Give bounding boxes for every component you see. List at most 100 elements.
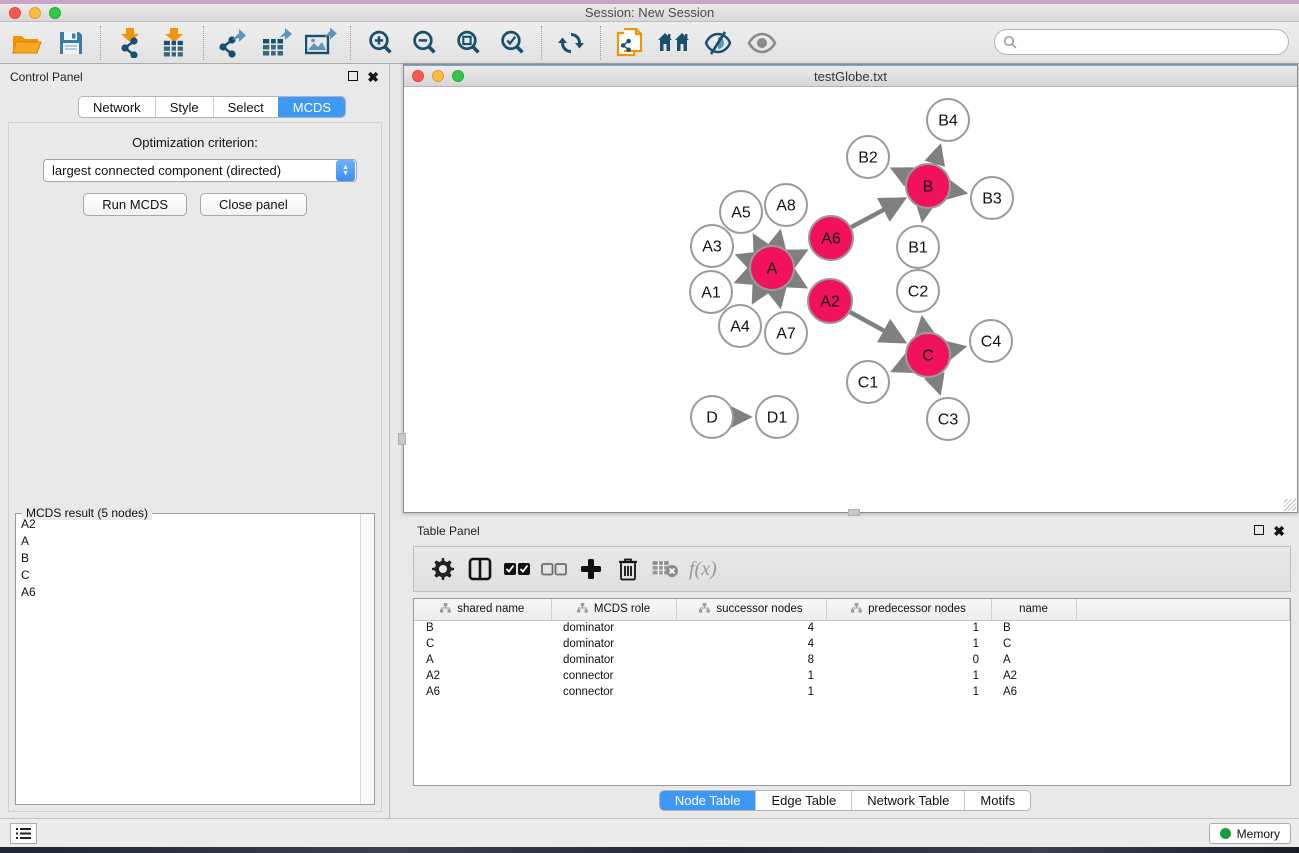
edge-A-A3[interactable] bbox=[739, 256, 751, 260]
network-window-titlebar[interactable]: testGlobe.txt bbox=[404, 65, 1297, 87]
tab-node-table[interactable]: Node Table bbox=[660, 791, 756, 810]
graph-node-A8[interactable]: A8 bbox=[765, 184, 807, 226]
result-item[interactable]: A bbox=[16, 532, 360, 549]
edge-A-A1[interactable] bbox=[738, 276, 752, 281]
result-item[interactable]: A2 bbox=[16, 515, 360, 532]
tab-network-table[interactable]: Network Table bbox=[851, 791, 964, 810]
save-button[interactable] bbox=[52, 26, 90, 60]
refresh-button[interactable] bbox=[552, 26, 590, 60]
window-resize-grip[interactable] bbox=[1284, 499, 1296, 511]
graph-node-A2[interactable]: A2 bbox=[808, 279, 852, 323]
search-input[interactable] bbox=[1017, 35, 1288, 49]
close-panel-icon[interactable]: ✖ bbox=[367, 71, 379, 83]
delete-row-button[interactable] bbox=[609, 551, 646, 587]
table-row[interactable]: B dominator 4 1 B bbox=[414, 620, 1290, 636]
table-row[interactable]: A6 connector 1 1 A6 bbox=[414, 684, 1290, 700]
graph-node-A[interactable]: A bbox=[750, 246, 794, 290]
memory-button[interactable]: Memory bbox=[1209, 823, 1291, 844]
network-graph[interactable]: B4B2BB3A8A5A6A3B1AA1C2A2A4A7C4CC1DD1C3 bbox=[404, 87, 1297, 512]
home-button[interactable] bbox=[655, 26, 693, 60]
edge-A-A2[interactable] bbox=[791, 279, 804, 286]
edge-B-B4[interactable] bbox=[934, 148, 939, 165]
edge-C-C4[interactable] bbox=[949, 347, 962, 350]
graph-node-A7[interactable]: A7 bbox=[765, 312, 807, 354]
zoom-selected-button[interactable] bbox=[493, 26, 531, 60]
network-canvas[interactable]: B4B2BB3A8A5A6A3B1AA1C2A2A4A7C4CC1DD1C3 bbox=[404, 87, 1297, 512]
edge-A-A5[interactable] bbox=[755, 237, 761, 248]
tab-edge-table[interactable]: Edge Table bbox=[755, 791, 851, 810]
float-panel-icon[interactable] bbox=[348, 71, 358, 81]
edge-A2-C[interactable] bbox=[849, 312, 901, 341]
edge-A6-B[interactable] bbox=[850, 200, 901, 227]
function-builder-button[interactable]: f(x) bbox=[689, 558, 717, 581]
run-mcds-button[interactable]: Run MCDS bbox=[83, 193, 187, 216]
graph-node-C2[interactable]: C2 bbox=[897, 270, 939, 312]
export-image-button[interactable] bbox=[302, 26, 340, 60]
hide-panel-button[interactable] bbox=[699, 26, 737, 60]
column-header-name[interactable]: name bbox=[991, 599, 1076, 620]
network-vscroll-thumb[interactable] bbox=[398, 433, 406, 445]
export-network-button[interactable] bbox=[214, 26, 252, 60]
edge-A-A7[interactable] bbox=[777, 290, 780, 305]
task-history-button[interactable] bbox=[10, 823, 37, 844]
graph-node-B1[interactable]: B1 bbox=[897, 226, 939, 268]
close-panel-button[interactable]: Close panel bbox=[200, 193, 307, 216]
table-row[interactable]: C dominator 4 1 C bbox=[414, 636, 1290, 652]
edge-A-A8[interactable] bbox=[777, 233, 780, 246]
column-header-successor-nodes[interactable]: successor nodes bbox=[676, 599, 826, 620]
column-header-MCDS-role[interactable]: MCDS role bbox=[551, 599, 676, 620]
add-row-button[interactable] bbox=[572, 551, 609, 587]
criterion-dropdown[interactable]: largest connected component (directed) ▲… bbox=[43, 159, 357, 182]
edge-B-B2[interactable] bbox=[894, 170, 908, 177]
eye-button[interactable] bbox=[743, 26, 781, 60]
graph-node-A4[interactable]: A4 bbox=[719, 305, 761, 347]
result-item[interactable]: A6 bbox=[16, 583, 360, 600]
tab-motifs[interactable]: Motifs bbox=[964, 791, 1030, 810]
result-item[interactable]: C bbox=[16, 566, 360, 583]
open-folder-button[interactable] bbox=[8, 26, 46, 60]
import-network-button[interactable] bbox=[111, 26, 149, 60]
table-row[interactable]: A dominator 8 0 A bbox=[414, 652, 1290, 668]
select-all-button[interactable] bbox=[498, 551, 535, 587]
import-table-button[interactable] bbox=[155, 26, 193, 60]
tab-network[interactable]: Network bbox=[79, 97, 155, 117]
column-header-predecessor-nodes[interactable]: predecessor nodes bbox=[826, 599, 991, 620]
zoom-out-button[interactable] bbox=[405, 26, 443, 60]
graph-node-B4[interactable]: B4 bbox=[927, 99, 969, 141]
graph-node-A1[interactable]: A1 bbox=[690, 271, 732, 313]
export-table-button[interactable] bbox=[258, 26, 296, 60]
graph-node-D1[interactable]: D1 bbox=[756, 396, 798, 438]
tab-mcds[interactable]: MCDS bbox=[278, 97, 345, 117]
copy-document-button[interactable] bbox=[611, 26, 649, 60]
graph-node-D[interactable]: D bbox=[691, 396, 733, 438]
tab-select[interactable]: Select bbox=[213, 97, 278, 117]
graph-node-B3[interactable]: B3 bbox=[971, 177, 1013, 219]
graph-node-C[interactable]: C bbox=[906, 333, 950, 377]
table-row[interactable]: A2 connector 1 1 A2 bbox=[414, 668, 1290, 684]
deselect-all-button[interactable] bbox=[535, 551, 572, 587]
edge-C-C1[interactable] bbox=[894, 364, 907, 370]
graph-node-B2[interactable]: B2 bbox=[847, 136, 889, 178]
split-columns-button[interactable] bbox=[461, 551, 498, 587]
edge-B-B1[interactable] bbox=[923, 208, 925, 219]
zoom-in-button[interactable] bbox=[361, 26, 399, 60]
search-box[interactable] bbox=[994, 29, 1289, 55]
graph-node-A5[interactable]: A5 bbox=[720, 191, 762, 233]
edge-A-A6[interactable] bbox=[792, 252, 805, 258]
tab-style[interactable]: Style bbox=[155, 97, 213, 117]
result-scrollbar[interactable] bbox=[360, 514, 374, 804]
graph-node-A3[interactable]: A3 bbox=[691, 225, 733, 267]
close-table-panel-icon[interactable]: ✖ bbox=[1273, 525, 1285, 537]
edge-C-C3[interactable] bbox=[935, 376, 940, 391]
graph-node-C1[interactable]: C1 bbox=[847, 361, 889, 403]
gear-button[interactable] bbox=[424, 551, 461, 587]
column-header-shared-name[interactable]: shared name bbox=[414, 599, 551, 620]
float-table-panel-icon[interactable] bbox=[1254, 525, 1264, 535]
result-item[interactable]: B bbox=[16, 549, 360, 566]
zoom-fit-button[interactable] bbox=[449, 26, 487, 60]
network-hscroll-thumb[interactable] bbox=[848, 509, 860, 516]
delete-table-button[interactable] bbox=[646, 551, 683, 587]
graph-node-B[interactable]: B bbox=[906, 164, 950, 208]
edge-A-A4[interactable] bbox=[754, 287, 761, 300]
graph-node-C4[interactable]: C4 bbox=[970, 320, 1012, 362]
